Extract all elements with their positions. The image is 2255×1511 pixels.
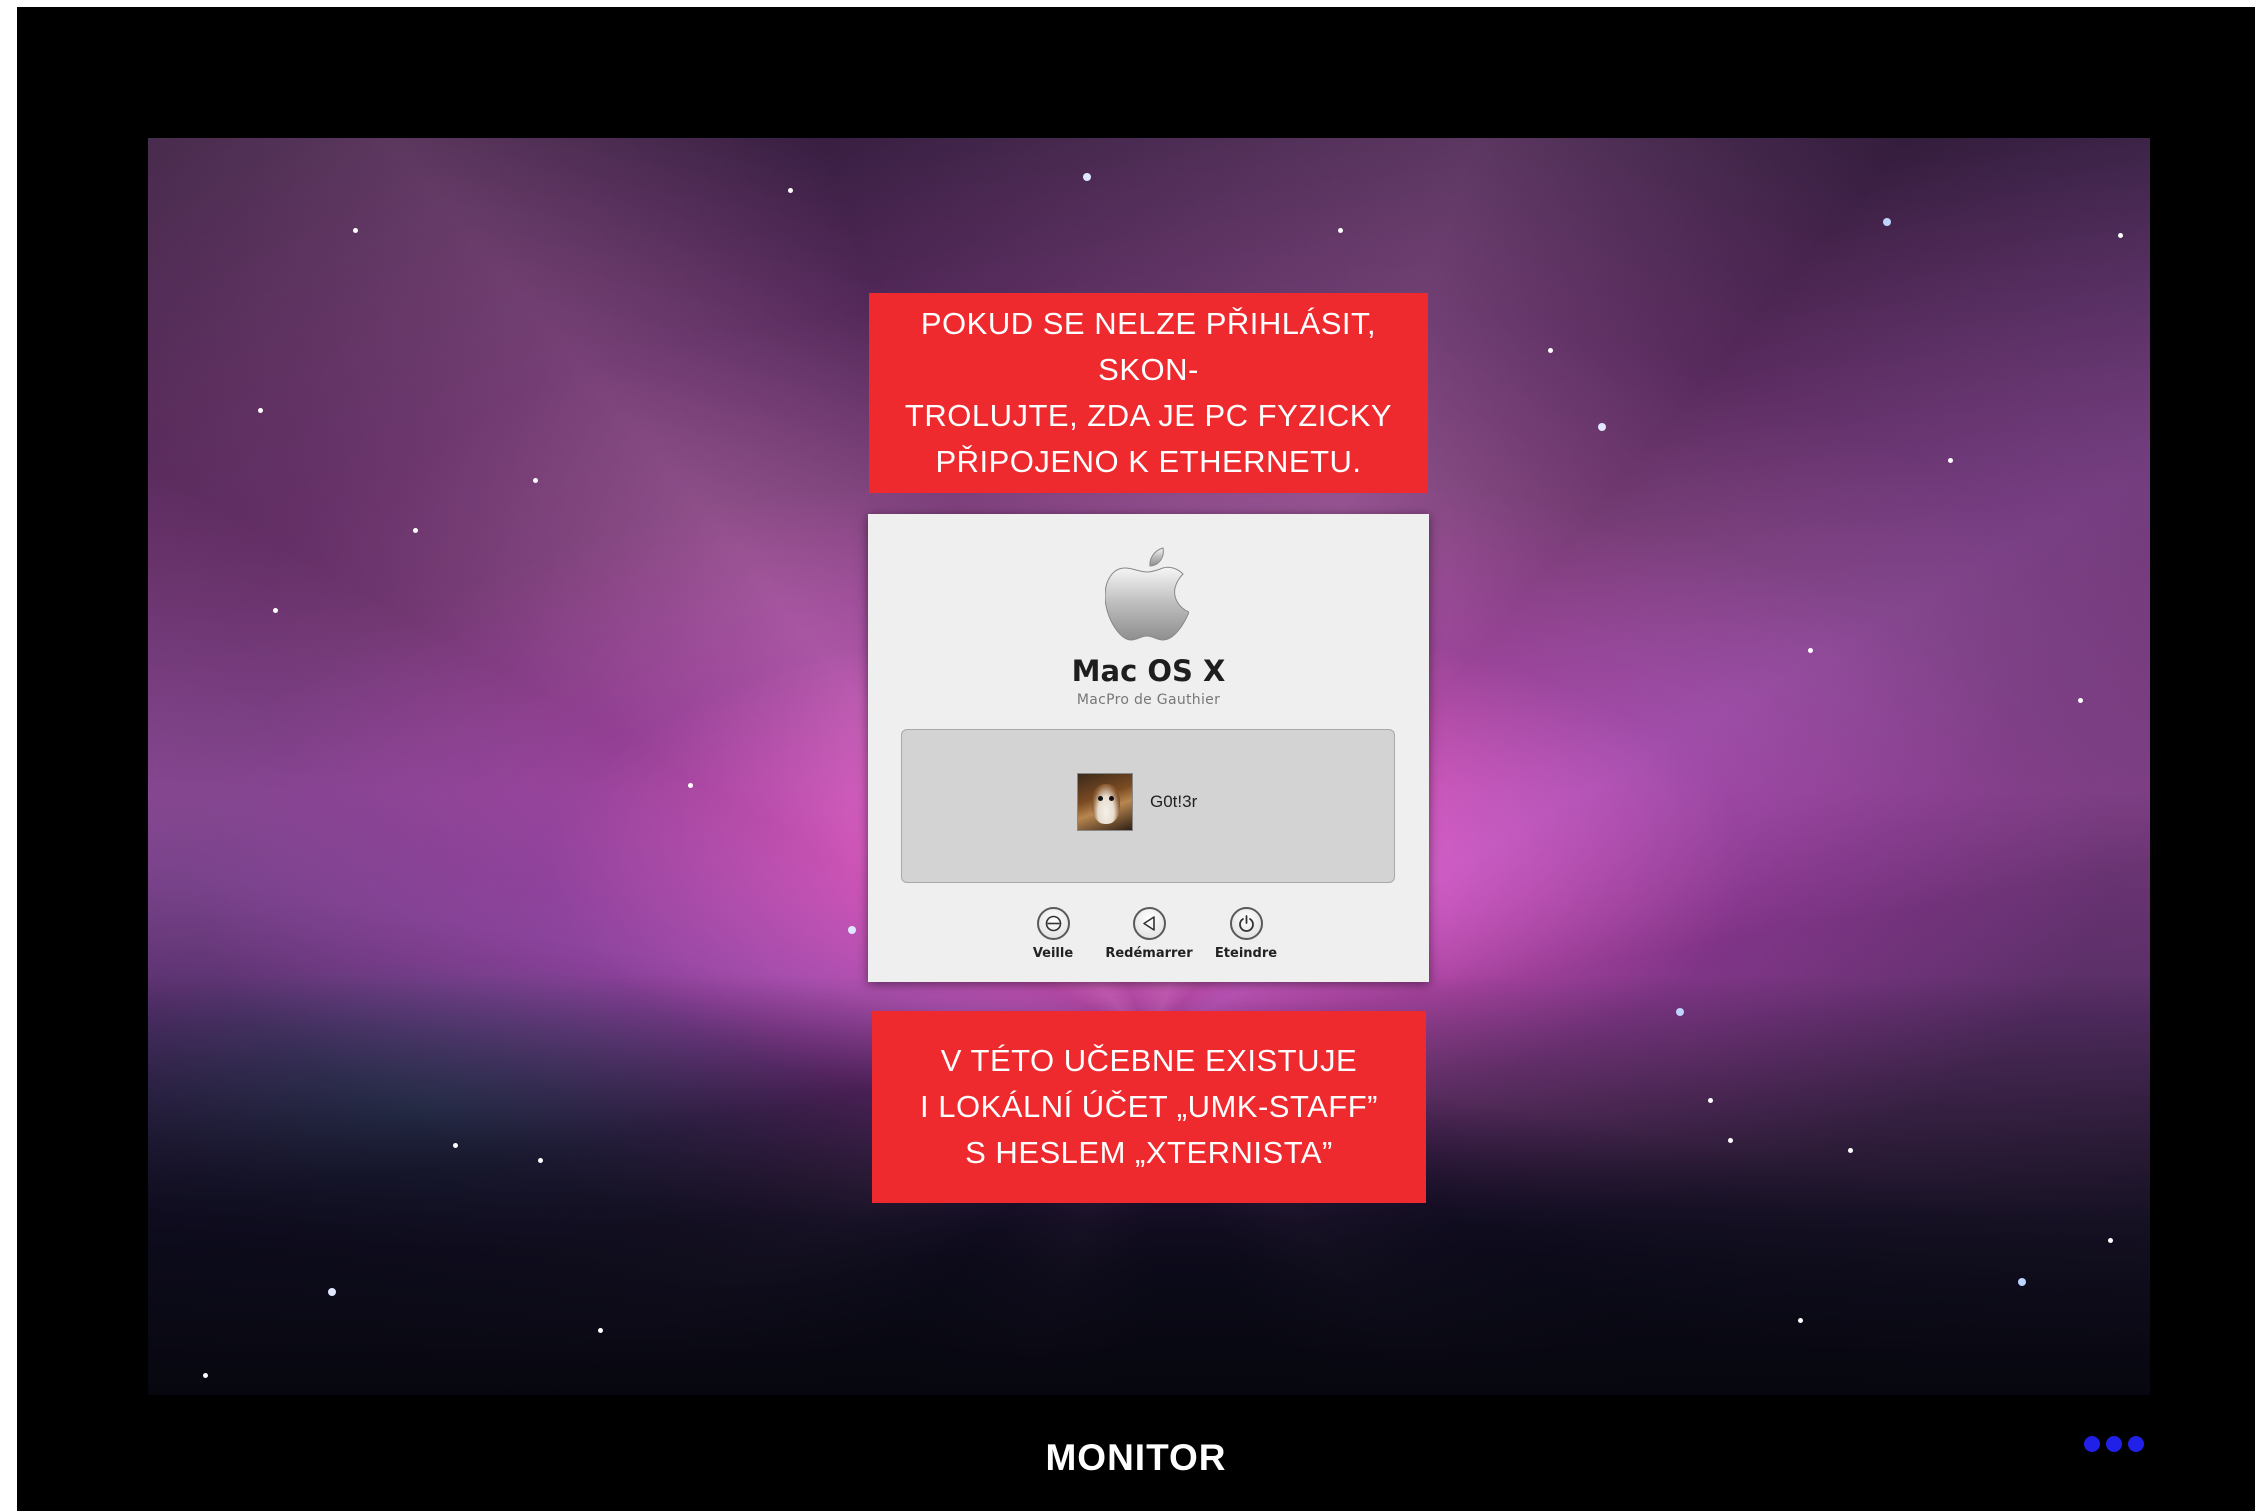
sleep-icon <box>1036 907 1070 940</box>
star <box>1883 218 1891 226</box>
star <box>453 1143 458 1148</box>
power-buttons: Veille Redémarrer Eteindre <box>868 907 1429 967</box>
star <box>203 1373 208 1378</box>
avatar-eye <box>1109 796 1114 801</box>
star <box>688 783 693 788</box>
star <box>1708 1098 1713 1103</box>
info-note-local-account: V TÉTO UČEBNE EXISTUJE I LOKÁLNÍ ÚČET „U… <box>872 1011 1426 1203</box>
apple-logo-icon <box>1105 547 1189 641</box>
power-icon <box>1229 907 1263 940</box>
star <box>2078 698 2083 703</box>
star <box>1808 648 1813 653</box>
star <box>1798 1318 1803 1323</box>
star <box>2108 1238 2113 1243</box>
user-list-panel: G0t!3r <box>901 729 1395 883</box>
user-account-tile[interactable]: G0t!3r <box>1077 773 1197 831</box>
star <box>258 408 263 413</box>
os-title: Mac OS X <box>1071 654 1226 688</box>
star <box>1728 1138 1733 1143</box>
avatar-face <box>1092 784 1120 824</box>
info-note-ethernet: POKUD SE NELZE PŘIHLÁSIT, SKON- TROLUJTE… <box>869 293 1428 493</box>
star <box>538 1158 543 1163</box>
star <box>1548 348 1553 353</box>
shutdown-button[interactable]: Eteindre <box>1186 907 1306 961</box>
star <box>1083 173 1091 181</box>
star <box>533 478 538 483</box>
star <box>1676 1008 1684 1016</box>
dot <box>2084 1436 2100 1452</box>
star <box>353 228 358 233</box>
star <box>2018 1278 2026 1286</box>
login-window: Mac OS X MacPro de Gauthier G0t!3r Veill… <box>868 514 1429 982</box>
star <box>2118 233 2123 238</box>
boxer-dog-avatar <box>1077 773 1133 831</box>
star <box>1948 458 1953 463</box>
monitor-label: MONITOR <box>1045 1437 1227 1478</box>
star <box>413 528 418 533</box>
dot <box>2106 1436 2122 1452</box>
host-name: MacPro de Gauthier <box>1076 692 1221 708</box>
star <box>598 1328 603 1333</box>
more-dots-icon[interactable] <box>2084 1436 2144 1452</box>
user-name: G0t!3r <box>1150 792 1198 811</box>
star <box>1338 228 1343 233</box>
avatar-eye <box>1098 796 1103 801</box>
star <box>328 1288 336 1296</box>
restart-icon <box>1132 907 1166 940</box>
star <box>1598 423 1606 431</box>
star <box>273 608 278 613</box>
dot <box>2128 1436 2144 1452</box>
star <box>1848 1148 1853 1153</box>
shutdown-label: Eteindre <box>1214 946 1278 961</box>
star <box>788 188 793 193</box>
star <box>848 926 856 934</box>
